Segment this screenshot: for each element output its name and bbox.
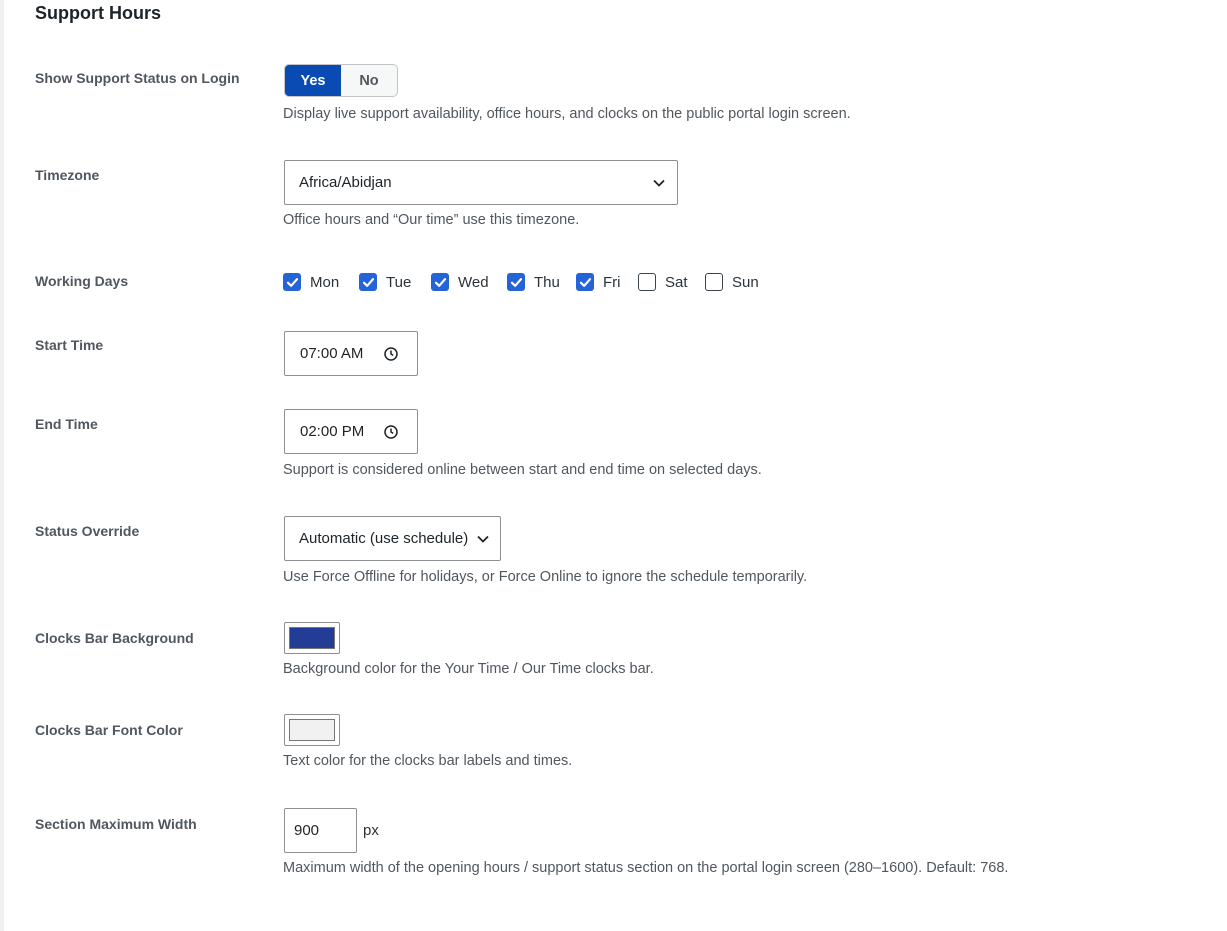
show-status-label: Show Support Status on Login	[35, 70, 240, 86]
max-width-input[interactable]: 900	[284, 808, 357, 853]
clocks-bg-label: Clocks Bar Background	[35, 630, 194, 646]
day-checkbox-mon[interactable]: Mon	[283, 273, 339, 291]
end-time-input[interactable]: 02:00 PM	[284, 409, 418, 454]
start-time-input[interactable]: 07:00 AM	[284, 331, 418, 376]
clocks-font-color-picker[interactable]	[284, 714, 340, 746]
checkbox-checked-icon[interactable]	[576, 273, 594, 291]
day-label: Sat	[665, 273, 688, 291]
checkbox-checked-icon[interactable]	[283, 273, 301, 291]
section-title: Support Hours	[35, 3, 161, 23]
show-status-description: Display live support availability, offic…	[283, 106, 851, 122]
clock-icon[interactable]	[383, 346, 399, 362]
status-override-description: Use Force Offline for holidays, or Force…	[283, 569, 808, 585]
end-time-description: Support is considered online between sta…	[283, 462, 762, 478]
day-checkbox-wed[interactable]: Wed	[431, 273, 489, 291]
day-label: Thu	[534, 273, 560, 291]
working-days-label: Working Days	[35, 273, 129, 289]
clocks-font-description: Text color for the clocks bar labels and…	[283, 753, 573, 769]
max-width-description: Maximum width of the opening hours / sup…	[283, 860, 1009, 876]
clocks-bg-description: Background color for the Your Time / Our…	[283, 661, 654, 677]
show-status-yes-button[interactable]: Yes	[285, 65, 341, 96]
timezone-description: Office hours and “Our time” use this tim…	[283, 212, 580, 228]
start-time-value: 07:00 AM	[300, 345, 364, 362]
timezone-label: Timezone	[35, 167, 100, 183]
checkbox-checked-icon[interactable]	[507, 273, 525, 291]
clock-icon[interactable]	[383, 424, 399, 440]
timezone-value: Africa/Abidjan	[299, 174, 392, 191]
day-label: Sun	[732, 273, 759, 291]
day-checkbox-tue[interactable]: Tue	[359, 273, 411, 291]
checkbox-empty-icon[interactable]	[638, 273, 656, 291]
status-override-value: Automatic (use schedule)	[299, 530, 469, 547]
status-override-label: Status Override	[35, 523, 140, 539]
start-time-label: Start Time	[35, 337, 104, 353]
max-width-unit: px	[363, 822, 379, 839]
day-label: Wed	[458, 273, 489, 291]
chevron-down-icon	[653, 179, 665, 187]
day-label: Tue	[386, 273, 412, 291]
clocks-font-color-swatch	[289, 719, 335, 741]
timezone-select[interactable]: Africa/Abidjan	[284, 160, 678, 205]
max-width-value: 900	[294, 822, 320, 839]
show-status-toggle[interactable]: Yes No	[284, 64, 398, 97]
max-width-label: Section Maximum Width	[35, 816, 197, 832]
clocks-bg-color-swatch	[289, 627, 335, 649]
day-checkbox-sun[interactable]: Sun	[705, 273, 759, 291]
chevron-down-icon	[477, 535, 489, 543]
status-override-select[interactable]: Automatic (use schedule)	[284, 516, 501, 561]
show-status-no-button[interactable]: No	[341, 65, 397, 96]
day-checkbox-fri[interactable]: Fri	[576, 273, 621, 291]
end-time-label: End Time	[35, 416, 98, 432]
day-label: Fri	[603, 273, 621, 291]
page-left-border	[0, 0, 4, 931]
day-label: Mon	[310, 273, 340, 291]
day-checkbox-sat[interactable]: Sat	[638, 273, 688, 291]
checkbox-checked-icon[interactable]	[359, 273, 377, 291]
checkbox-empty-icon[interactable]	[705, 273, 723, 291]
clocks-font-label: Clocks Bar Font Color	[35, 722, 183, 738]
end-time-value: 02:00 PM	[300, 423, 365, 440]
day-checkbox-thu[interactable]: Thu	[507, 273, 560, 291]
checkbox-checked-icon[interactable]	[431, 273, 449, 291]
clocks-bg-color-picker[interactable]	[284, 622, 340, 654]
